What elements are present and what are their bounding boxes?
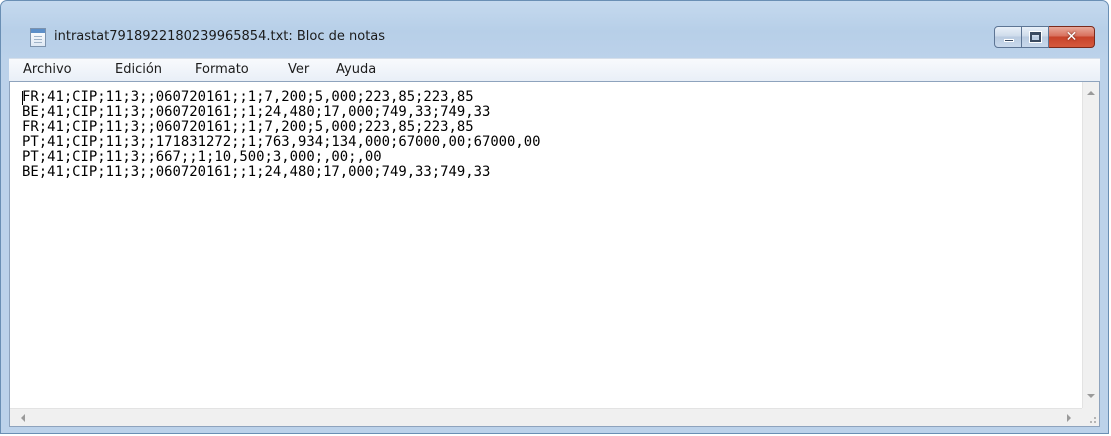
title-bar[interactable]: intrastat7918922180239965854.txt: Bloc d… [1,1,1108,53]
text-line: FR;41;CIP;11;3;;060720161;;1;7,200;5,000… [22,89,474,105]
menu-archivo[interactable]: Archivo [23,62,72,77]
horizontal-scrollbar[interactable] [10,408,1082,426]
vertical-scrollbar[interactable] [1082,82,1099,409]
text-line: PT;41;CIP;11;3;;667;;1;10,500;3,000;,00;… [22,149,382,165]
size-grip-icon[interactable] [1082,408,1099,426]
scroll-up-icon[interactable] [1087,91,1095,95]
text-editor[interactable]: FR;41;CIP;11;3;;060720161;;1;7,200;5,000… [10,82,1082,408]
text-caret [22,91,23,105]
editor-area: FR;41;CIP;11;3;;060720161;;1;7,200;5,000… [9,81,1100,427]
menu-edicion[interactable]: Edición [115,62,162,77]
caption-buttons: ✕ [994,26,1095,48]
notepad-window: intrastat7918922180239965854.txt: Bloc d… [0,0,1109,434]
menu-bar: Archivo Edición Formato Ver Ayuda [9,58,1100,81]
window-title: intrastat7918922180239965854.txt: Bloc d… [54,29,386,44]
text-line: BE;41;CIP;11;3;;060720161;;1;24,480;17,0… [22,104,491,120]
minimize-icon [1004,39,1014,42]
notepad-icon[interactable] [30,28,46,47]
scroll-left-icon[interactable] [21,414,25,422]
text-line: FR;41;CIP;11;3;;060720161;;1;7,200;5,000… [22,119,474,135]
menu-ayuda[interactable]: Ayuda [336,62,376,77]
minimize-button[interactable] [994,26,1022,48]
scroll-right-icon[interactable] [1067,414,1071,422]
text-line: BE;41;CIP;11;3;;060720161;;1;24,480;17,0… [22,164,491,180]
text-line: PT;41;CIP;11;3;;171831272;;1;763,934;134… [22,134,541,150]
maximize-icon [1029,31,1042,43]
scroll-down-icon[interactable] [1087,394,1095,398]
menu-formato[interactable]: Formato [195,62,249,77]
close-icon: ✕ [1065,29,1078,45]
close-button[interactable]: ✕ [1049,26,1095,48]
menu-ver[interactable]: Ver [288,62,309,77]
maximize-button[interactable] [1022,26,1049,48]
